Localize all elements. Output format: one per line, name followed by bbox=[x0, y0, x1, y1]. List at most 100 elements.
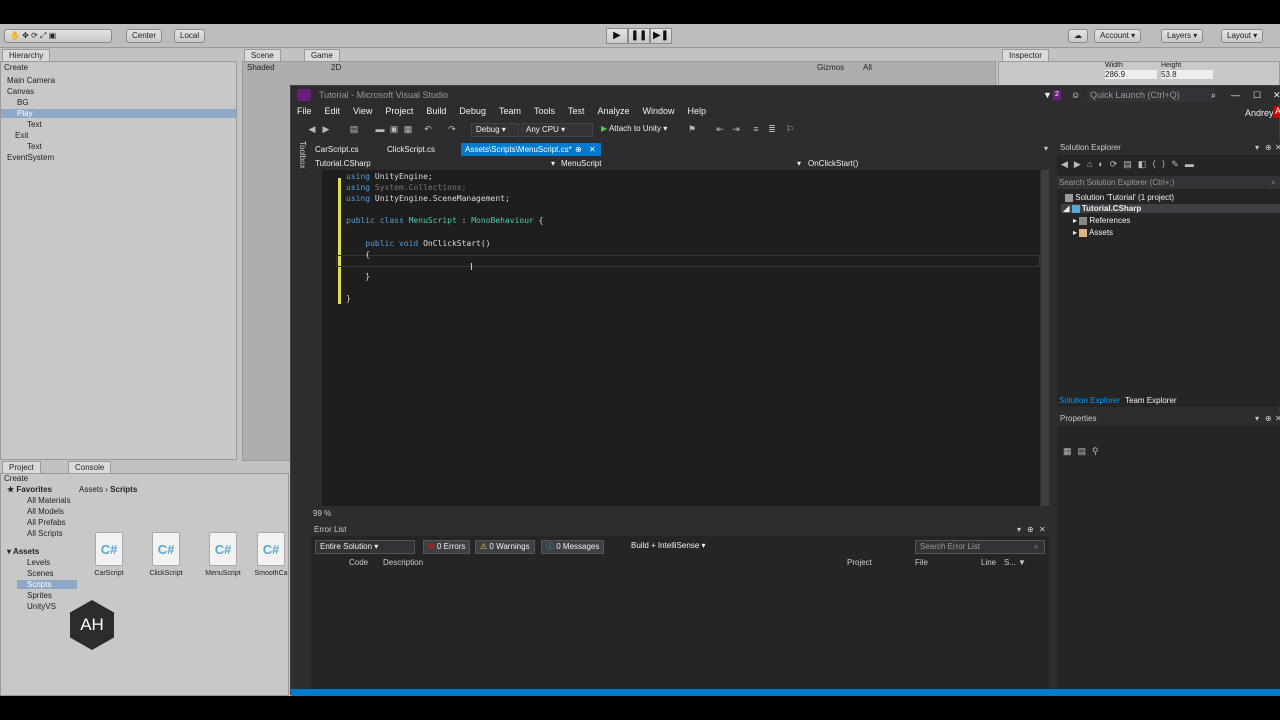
hierarchy-item-play[interactable]: Play bbox=[1, 109, 236, 118]
inspector-width-field[interactable]: 286.9 bbox=[1105, 70, 1157, 79]
hierarchy-item-text-2[interactable]: Text bbox=[27, 142, 42, 151]
menu-file[interactable]: File bbox=[297, 106, 312, 116]
hierarchy-item-exit[interactable]: Exit bbox=[15, 131, 28, 140]
search-icon[interactable]: ⌕ bbox=[1211, 86, 1216, 104]
column-project[interactable]: Project bbox=[847, 558, 872, 567]
menu-analyze[interactable]: Analyze bbox=[598, 106, 630, 116]
account-dropdown[interactable]: Account ▾ bbox=[1094, 29, 1142, 43]
close-window-icon[interactable]: ✕ bbox=[1273, 86, 1280, 104]
attach-to-unity-button[interactable]: ▶ Attach to Unity ▾ bbox=[601, 124, 667, 133]
tree-project[interactable]: ◢ Tutorial.CSharp bbox=[1061, 204, 1280, 213]
column-file[interactable]: File bbox=[915, 558, 928, 567]
menu-edit[interactable]: Edit bbox=[325, 106, 341, 116]
error-list-menu-icon[interactable]: ▾ bbox=[1017, 523, 1021, 536]
configuration-dropdown[interactable]: Debug ▾ bbox=[471, 123, 519, 137]
filter-icon[interactable]: ▼ bbox=[1043, 86, 1052, 104]
menu-team[interactable]: Team bbox=[499, 106, 521, 116]
tree-solution[interactable]: Solution 'Tutorial' (1 project) bbox=[1065, 193, 1174, 202]
asset-smoothcamera[interactable]: C# SmoothCa bbox=[253, 532, 289, 577]
tree-references[interactable]: ▸ References bbox=[1073, 216, 1130, 225]
breadcrumb-root[interactable]: Assets bbox=[79, 485, 103, 494]
solution-explorer-toolbar[interactable]: ◀▶⌂◐⟳▤◧⟨⟩✎▬ bbox=[1061, 159, 1241, 171]
tab-solution-explorer[interactable]: Solution Explorer bbox=[1059, 396, 1120, 405]
props-menu-icon[interactable]: ▾ bbox=[1255, 412, 1259, 426]
tab-team-explorer[interactable]: Team Explorer bbox=[1125, 396, 1177, 405]
user-avatar-icon[interactable]: A bbox=[1273, 106, 1280, 118]
folder-scripts[interactable]: Scripts bbox=[17, 580, 77, 589]
menu-debug[interactable]: Debug bbox=[459, 106, 486, 116]
maximize-icon[interactable]: ☐ bbox=[1253, 86, 1261, 104]
hierarchy-item-canvas[interactable]: Canvas bbox=[7, 87, 34, 96]
column-suppression[interactable]: S... bbox=[1004, 558, 1016, 567]
scope-dropdown[interactable]: Entire Solution ▾ bbox=[315, 540, 415, 554]
layout-dropdown[interactable]: Layout ▾ bbox=[1221, 29, 1264, 43]
tab-carscript[interactable]: CarScript.cs bbox=[311, 143, 363, 156]
forward-icon[interactable]: ▶ bbox=[321, 124, 331, 134]
browser-link-icon[interactable]: ⚑ bbox=[687, 124, 697, 134]
errors-filter-button[interactable]: ⊗ 0 Errors bbox=[423, 540, 471, 554]
folder-sprites[interactable]: Sprites bbox=[27, 591, 52, 600]
asset-carscript[interactable]: C# CarScript bbox=[89, 532, 129, 577]
redo-icon[interactable]: ↷ bbox=[447, 124, 457, 134]
properties-toolbar[interactable]: ▦▤⚲ bbox=[1063, 446, 1105, 457]
pivot-center-toggle[interactable]: Center bbox=[126, 29, 163, 43]
save-icon[interactable]: ▣ bbox=[389, 124, 399, 134]
nav-class-dropdown[interactable]: MenuScript bbox=[561, 157, 601, 170]
step-icon[interactable]: ▶❚ bbox=[650, 28, 672, 44]
nav-project-chevron-icon[interactable]: ▾ bbox=[551, 157, 555, 170]
props-close-icon[interactable]: ✕ bbox=[1275, 412, 1280, 426]
hierarchy-create[interactable]: Create bbox=[4, 63, 28, 72]
inspector-height-field[interactable]: 53.8 bbox=[1161, 70, 1213, 79]
project-create[interactable]: Create bbox=[4, 474, 28, 483]
layers-dropdown[interactable]: Layers ▾ bbox=[1161, 29, 1204, 43]
error-list-search[interactable]: Search Error List ⌕ bbox=[915, 540, 1045, 554]
menu-help[interactable]: Help bbox=[688, 106, 707, 116]
notification-badge[interactable]: 2 bbox=[1053, 90, 1061, 100]
new-project-icon[interactable]: ▤ bbox=[349, 124, 359, 134]
asset-clickscript[interactable]: C# ClickScript bbox=[146, 532, 186, 577]
folder-levels[interactable]: Levels bbox=[27, 558, 50, 567]
menu-build[interactable]: Build bbox=[426, 106, 446, 116]
outdent-icon[interactable]: ⇤ bbox=[715, 124, 725, 134]
props-pin-icon[interactable]: ⊕ bbox=[1265, 412, 1272, 426]
nav-project-dropdown[interactable]: Tutorial.CSharp bbox=[315, 157, 371, 170]
shading-mode[interactable]: Shaded bbox=[247, 63, 275, 72]
platform-dropdown[interactable]: Any CPU ▾ bbox=[521, 123, 593, 137]
bookmark-icon[interactable]: ⚐ bbox=[785, 124, 795, 134]
nav-class-chevron-icon[interactable]: ▾ bbox=[797, 157, 801, 170]
open-icon[interactable]: ▬ bbox=[375, 124, 385, 134]
build-filter-dropdown[interactable]: Build + IntelliSense ▾ bbox=[627, 540, 710, 554]
folder-unityvs[interactable]: UnityVS bbox=[27, 602, 56, 611]
menu-test[interactable]: Test bbox=[568, 106, 585, 116]
se-close-icon[interactable]: ✕ bbox=[1275, 141, 1280, 155]
solution-search-input[interactable]: Search Solution Explorer (Ctrl+;) ⌕ bbox=[1057, 176, 1280, 189]
menu-window[interactable]: Window bbox=[643, 106, 675, 116]
menu-view[interactable]: View bbox=[353, 106, 372, 116]
cloud-icon[interactable]: ☁ bbox=[1068, 29, 1088, 43]
scene-search[interactable]: All bbox=[863, 63, 872, 72]
editor-scrollbar[interactable] bbox=[1041, 170, 1049, 506]
pin-icon[interactable]: ⊕ bbox=[575, 143, 582, 156]
tree-assets[interactable]: ▸ Assets bbox=[1073, 228, 1113, 237]
menu-tools[interactable]: Tools bbox=[534, 106, 555, 116]
fav-all-prefabs[interactable]: All Prefabs bbox=[27, 518, 66, 527]
pause-icon[interactable]: ❚❚ bbox=[628, 28, 650, 44]
warnings-filter-button[interactable]: ⚠ 0 Warnings bbox=[475, 540, 535, 554]
mode-2d-toggle[interactable]: 2D bbox=[331, 63, 341, 72]
error-list-close-icon[interactable]: ✕ bbox=[1039, 523, 1046, 536]
menu-project[interactable]: Project bbox=[385, 106, 413, 116]
undo-icon[interactable]: ↶ bbox=[423, 124, 433, 134]
nav-member-dropdown[interactable]: OnClickStart() bbox=[808, 157, 858, 170]
tab-overflow-icon[interactable]: ▾ bbox=[1044, 144, 1048, 153]
folder-scenes[interactable]: Scenes bbox=[27, 569, 54, 578]
hierarchy-item-eventsystem[interactable]: EventSystem bbox=[7, 153, 54, 162]
column-description[interactable]: Description bbox=[383, 558, 423, 567]
indent-icon[interactable]: ⇥ bbox=[731, 124, 741, 134]
asset-menuscript[interactable]: C# MenuScript bbox=[203, 532, 243, 577]
transform-tools[interactable]: ✋ ✥ ⟳ ⤢ ▣ bbox=[4, 29, 112, 43]
toolbox-tab[interactable]: Toolbox bbox=[293, 141, 307, 201]
column-line[interactable]: Line bbox=[981, 558, 996, 567]
comment-icon[interactable]: ≡ bbox=[751, 124, 761, 134]
se-pin-icon[interactable]: ⊕ bbox=[1265, 141, 1272, 155]
tab-clickscript[interactable]: ClickScript.cs bbox=[383, 143, 439, 156]
